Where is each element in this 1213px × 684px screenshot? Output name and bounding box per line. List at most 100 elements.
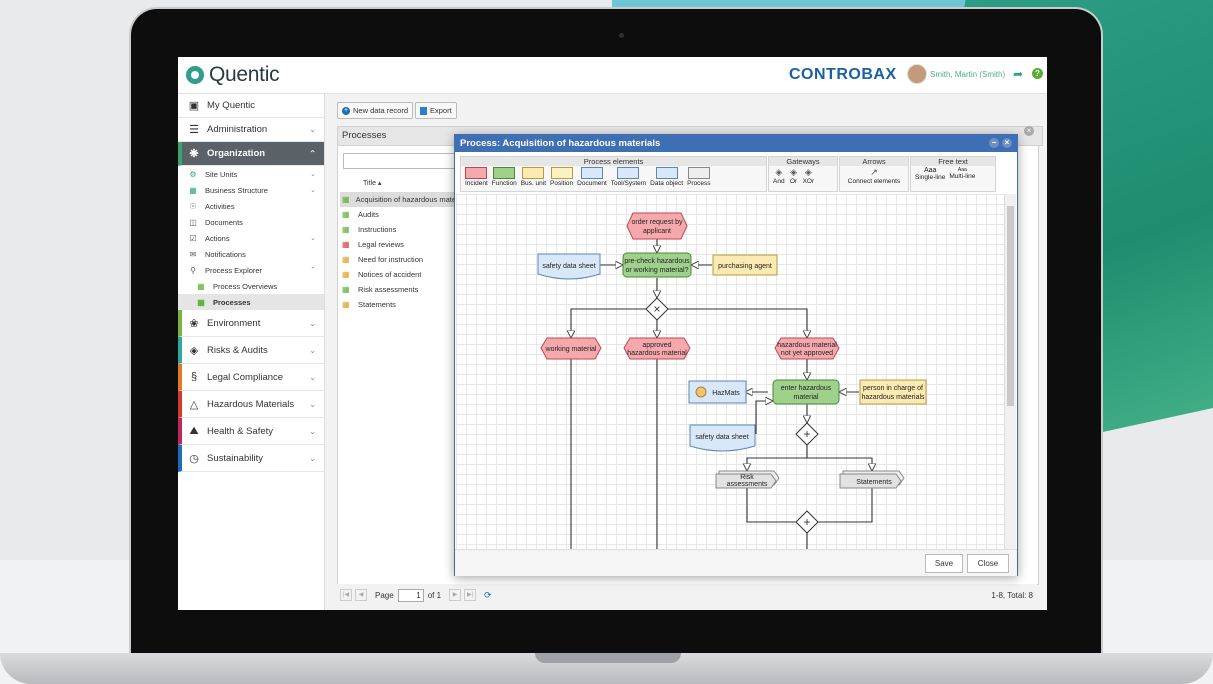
list-item[interactable]: ▦ Notices of accident bbox=[340, 267, 455, 282]
palette-item-label: Or bbox=[789, 178, 798, 185]
palette-element-process[interactable]: Process bbox=[687, 167, 711, 187]
dialog-title-bar: Process: Acquisition of hazardous materi… bbox=[455, 135, 1017, 152]
palette-and-gateway[interactable]: ◈ And bbox=[773, 167, 785, 185]
sidebar-item-risks-audits[interactable]: ◈ Risks & Audits ⌄ bbox=[178, 337, 324, 364]
sidebar-item-business-structure[interactable]: ▦ Business Structure ⌄ bbox=[178, 182, 324, 198]
palette-element-tool-system[interactable]: Tool/System bbox=[611, 167, 646, 187]
palette-multi-line[interactable]: Aaa Multi-line bbox=[949, 167, 975, 181]
sidebar-item-processes[interactable]: ▦ Processes bbox=[178, 294, 324, 310]
avatar[interactable] bbox=[907, 64, 927, 84]
palette-item-label: XOr bbox=[802, 178, 815, 185]
minimize-icon[interactable]: − bbox=[989, 138, 999, 148]
help-icon[interactable]: ? bbox=[1032, 68, 1043, 79]
sidebar-item-organization[interactable]: ❋ Organization ⌃ bbox=[178, 142, 324, 166]
palette-arrows: Arrows ↗ Connect elements bbox=[839, 156, 909, 192]
search-input[interactable] bbox=[343, 153, 460, 169]
palette-swatch-icon bbox=[493, 167, 516, 179]
sidebar-item-actions[interactable]: ☑ Actions ⌄ bbox=[178, 230, 324, 246]
palette-xor-gateway[interactable]: ◈ XOr bbox=[803, 167, 815, 185]
close-icon[interactable]: × bbox=[1002, 138, 1012, 148]
element-palette: Process elements Incident Function Bus. un… bbox=[460, 156, 1010, 192]
sidebar-item-documents[interactable]: ◫ Documents bbox=[178, 214, 324, 230]
palette-or-gateway[interactable]: ◈ Or bbox=[789, 167, 799, 185]
sidebar-item-health-safety[interactable]: ⛰ Health & Safety ⌄ bbox=[178, 418, 324, 445]
diamond-plus-icon: ◈ bbox=[775, 167, 783, 177]
sidebar-item-notifications[interactable]: ✉ Notifications bbox=[178, 246, 324, 262]
panel-close-icon[interactable]: × bbox=[1024, 126, 1034, 136]
process-diagram: order request by applicant pre-check haz… bbox=[537, 212, 927, 549]
sidebar-item-my-quentic[interactable]: ▣ My Quentic bbox=[178, 94, 324, 118]
palette-element-position[interactable]: Position bbox=[550, 167, 573, 187]
sidebar-item-process-overviews[interactable]: ▦ Process Overviews bbox=[178, 278, 324, 294]
sidebar: ▣ My Quentic ☰ Administration ⌄ ❋ Organi… bbox=[178, 94, 325, 610]
sidebar-item-label: Processes bbox=[213, 297, 251, 307]
palette-items: Aaa Single-line Aaa Multi-line bbox=[911, 166, 995, 182]
palette-element-bus-unit[interactable]: Bus. unit bbox=[521, 167, 546, 187]
next-page-button[interactable]: ▶ bbox=[449, 589, 462, 601]
list-item[interactable]: ▦ Instructions bbox=[340, 222, 455, 237]
palette-connect-elements[interactable]: ↗ Connect elements bbox=[848, 167, 900, 185]
last-page-button[interactable]: ▶| bbox=[464, 589, 477, 601]
laptop-notch bbox=[535, 653, 681, 663]
prev-page-button[interactable]: ◀ bbox=[355, 589, 367, 601]
logout-icon[interactable]: ➦ bbox=[1013, 67, 1023, 81]
dialog-title: Process: Acquisition of hazardous materi… bbox=[460, 138, 661, 149]
page-number-input[interactable]: 1 bbox=[397, 588, 424, 602]
node-person-in-charge-line2: hazardous materials bbox=[861, 394, 925, 401]
palette-element-function[interactable]: Function bbox=[492, 167, 517, 187]
close-button[interactable]: Close bbox=[967, 554, 1009, 573]
diagram-canvas[interactable]: order request by applicant pre-check haz… bbox=[456, 194, 1004, 549]
node-approved: approved bbox=[642, 342, 671, 349]
new-data-record-button[interactable]: + New data record bbox=[337, 102, 414, 119]
first-page-button[interactable]: |◀ bbox=[340, 589, 352, 601]
dialog-footer: Save Close bbox=[455, 549, 1017, 576]
chevron-down-icon: ⌄ bbox=[310, 235, 316, 242]
node-risk-assessments: Risk bbox=[740, 474, 754, 481]
camera-dot bbox=[619, 33, 624, 38]
list-item[interactable]: ▦ Risk assessments bbox=[340, 282, 455, 297]
process-icon: ▦ bbox=[342, 270, 350, 279]
palette-element-data-object[interactable]: Data object bbox=[650, 167, 683, 187]
sidebar-item-site-units[interactable]: ⚙ Site Units ⌄ bbox=[178, 166, 324, 182]
user-name[interactable]: Smith, Martin (Smith) bbox=[930, 70, 1005, 79]
column-header-title[interactable]: Title ▴ bbox=[363, 179, 381, 187]
list-item-label: Need for instruction bbox=[358, 255, 424, 264]
sidebar-item-environment[interactable]: ❀ Environment ⌄ bbox=[178, 310, 324, 337]
process-icon: ▦ bbox=[342, 240, 350, 249]
list-item[interactable]: ▦ Need for instruction bbox=[340, 252, 455, 267]
sidebar-item-label: Activities bbox=[205, 201, 235, 211]
list-item[interactable]: ▦ Audits bbox=[340, 207, 455, 222]
palette-single-line[interactable]: Aaa Single-line bbox=[915, 167, 945, 181]
palette-item-label: Incident bbox=[465, 180, 488, 187]
save-button[interactable]: Save bbox=[925, 554, 963, 573]
process-dialog: Process: Acquisition of hazardous materi… bbox=[454, 134, 1018, 576]
sidebar-item-process-explorer[interactable]: ⚲ Process Explorer ⌃ bbox=[178, 262, 324, 278]
sidebar-item-label: Risks & Audits bbox=[207, 344, 268, 356]
sustainability-icon: ◷ bbox=[189, 452, 199, 465]
list-item-label: Statements bbox=[358, 300, 396, 309]
palette-group-title: Gateways bbox=[769, 157, 837, 166]
sidebar-item-sustainability[interactable]: ◷ Sustainability ⌄ bbox=[178, 445, 324, 472]
sidebar-item-hazardous-materials[interactable]: △ Hazardous Materials ⌄ bbox=[178, 391, 324, 418]
list-item[interactable]: ▦ Acquisition of hazardous materials bbox=[340, 192, 455, 207]
chevron-down-icon: ⌄ bbox=[309, 453, 316, 463]
list-item[interactable]: ▦ Statements bbox=[340, 297, 455, 312]
palette-swatch-icon bbox=[687, 167, 710, 179]
sidebar-item-activities[interactable]: ☉ Activities bbox=[178, 198, 324, 214]
process-icon: ▦ bbox=[342, 195, 350, 204]
palette-element-incident[interactable]: Incident bbox=[465, 167, 488, 187]
palette-element-document[interactable]: Document bbox=[577, 167, 607, 187]
sidebar-item-legal-compliance[interactable]: § Legal Compliance ⌄ bbox=[178, 364, 324, 391]
export-button[interactable]: Export bbox=[415, 102, 457, 119]
list-item[interactable]: ▦ Legal reviews bbox=[340, 237, 455, 252]
scrollbar-thumb[interactable] bbox=[1007, 206, 1014, 406]
app-logo[interactable]: Quentic bbox=[186, 63, 280, 87]
palette-free-text: Free text Aaa Single-line Aaa Multi-line bbox=[910, 156, 996, 192]
canvas-scrollbar[interactable] bbox=[1004, 194, 1016, 549]
sidebar-item-label: Process Overviews bbox=[213, 281, 278, 291]
sidebar-item-administration[interactable]: ☰ Administration ⌄ bbox=[178, 118, 324, 142]
sidebar-item-label: Sustainability bbox=[207, 452, 263, 464]
palette-item-label: Connect elements bbox=[847, 178, 901, 185]
refresh-icon[interactable]: ⟳ bbox=[484, 590, 492, 601]
node-enter-hazardous-line2: material bbox=[794, 394, 819, 401]
